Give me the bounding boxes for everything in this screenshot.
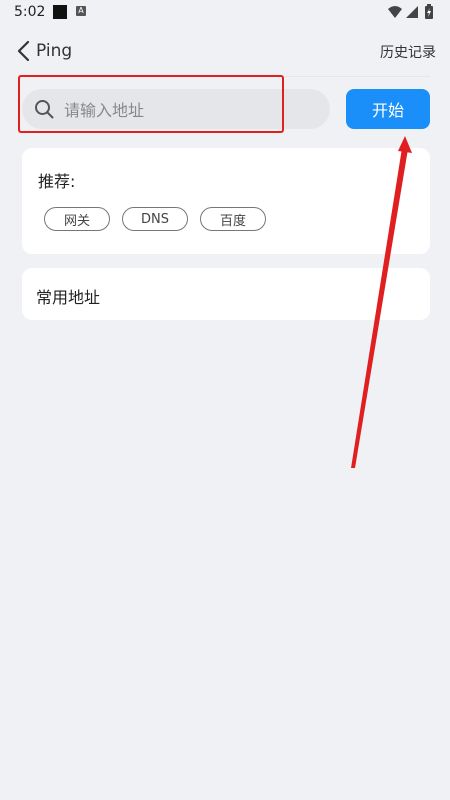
common-addresses-card[interactable]: 常用地址 (22, 268, 430, 320)
battery-icon (425, 4, 433, 19)
common-addresses-title: 常用地址 (36, 288, 101, 307)
recommend-title: 推荐: (38, 172, 76, 191)
page-title: Ping (36, 41, 73, 61)
wifi-icon (388, 6, 402, 18)
status-time: 5:02 (14, 4, 46, 20)
start-button[interactable]: 开始 (346, 89, 430, 129)
recommend-card: 推荐: 网关 DNS 百度 (22, 148, 430, 254)
tag-baidu[interactable]: 百度 (200, 207, 266, 231)
history-button[interactable]: 历史记录 (380, 42, 436, 62)
back-chevron-icon[interactable] (14, 40, 34, 62)
notification-square-icon (53, 5, 67, 19)
tag-gateway[interactable]: 网关 (44, 207, 110, 231)
search-icon (35, 100, 54, 119)
status-bar: 5:02 A (0, 0, 450, 26)
header-divider (22, 76, 430, 77)
status-icons (388, 4, 433, 19)
search-input[interactable] (62, 89, 316, 131)
tag-dns[interactable]: DNS (122, 207, 188, 231)
recommend-tags: 网关 DNS 百度 (44, 207, 266, 231)
notification-a-icon: A (76, 6, 86, 16)
search-box[interactable] (22, 89, 330, 131)
top-bar: Ping 历史记录 (0, 30, 450, 74)
signal-icon (406, 6, 418, 18)
